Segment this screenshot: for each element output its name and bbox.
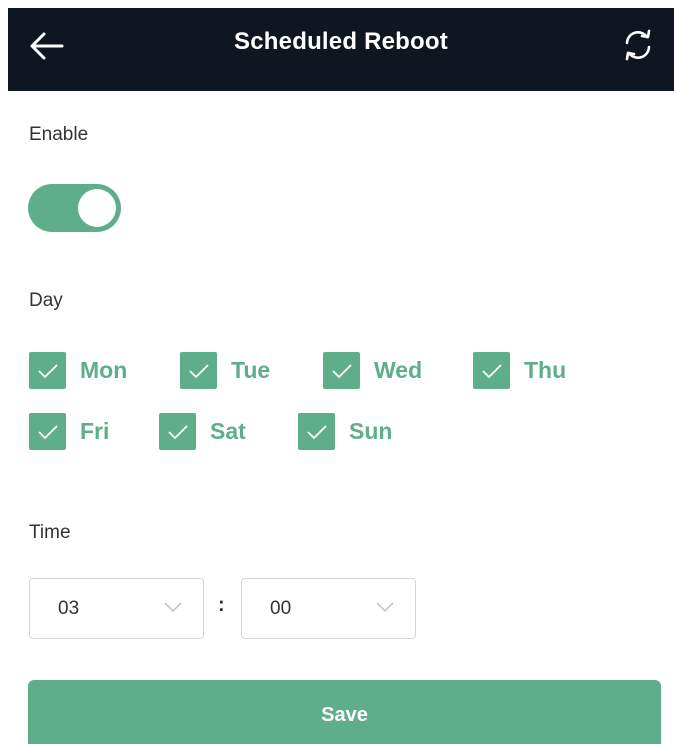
checkbox-box <box>323 352 360 389</box>
enable-toggle[interactable] <box>28 184 121 232</box>
checkmark-icon <box>167 424 188 439</box>
checkmark-icon <box>481 363 502 378</box>
day-checkbox-thu[interactable]: Thu <box>473 352 566 389</box>
chevron-down-icon <box>164 602 182 612</box>
hour-select[interactable]: 03 <box>29 578 204 639</box>
minute-value: 00 <box>270 598 292 619</box>
checkbox-box <box>29 352 66 389</box>
screen: Scheduled Reboot Enable Day Mon Tue Wed … <box>0 0 674 744</box>
checkmark-icon <box>331 363 352 378</box>
day-checkbox-sat[interactable]: Sat <box>159 413 246 450</box>
minute-select[interactable]: 00 <box>241 578 416 639</box>
time-separator: : <box>218 594 225 616</box>
time-label: Time <box>29 522 71 543</box>
day-label-wed: Wed <box>374 357 423 383</box>
day-checkbox-tue[interactable]: Tue <box>180 352 270 389</box>
day-label-thu: Thu <box>524 357 567 383</box>
enable-label: Enable <box>29 124 89 145</box>
day-checkbox-mon[interactable]: Mon <box>29 352 127 389</box>
day-checkbox-fri[interactable]: Fri <box>29 413 109 450</box>
refresh-button[interactable] <box>618 25 658 65</box>
checkmark-icon <box>306 424 327 439</box>
back-button[interactable] <box>26 26 66 66</box>
toggle-knob <box>78 189 116 227</box>
checkbox-box <box>29 413 66 450</box>
day-label-sun: Sun <box>349 418 393 444</box>
arrow-left-icon <box>30 32 64 60</box>
checkmark-icon <box>37 363 58 378</box>
chevron-down-icon <box>376 602 394 612</box>
page-title: Scheduled Reboot <box>234 27 448 55</box>
day-checkbox-sun[interactable]: Sun <box>298 413 392 450</box>
header-bar: Scheduled Reboot <box>8 8 674 91</box>
day-checkbox-wed[interactable]: Wed <box>323 352 422 389</box>
day-label-fri: Fri <box>80 418 110 444</box>
day-label-tue: Tue <box>231 357 271 383</box>
checkbox-box <box>159 413 196 450</box>
hour-value: 03 <box>58 598 80 619</box>
day-label-sat: Sat <box>210 418 246 444</box>
refresh-icon <box>625 29 651 61</box>
checkbox-box <box>180 352 217 389</box>
checkbox-box <box>473 352 510 389</box>
day-label: Day <box>29 290 63 311</box>
checkbox-box <box>298 413 335 450</box>
checkmark-icon <box>188 363 209 378</box>
day-label-mon: Mon <box>80 357 128 383</box>
save-button[interactable]: Save <box>28 680 661 744</box>
checkmark-icon <box>37 424 58 439</box>
